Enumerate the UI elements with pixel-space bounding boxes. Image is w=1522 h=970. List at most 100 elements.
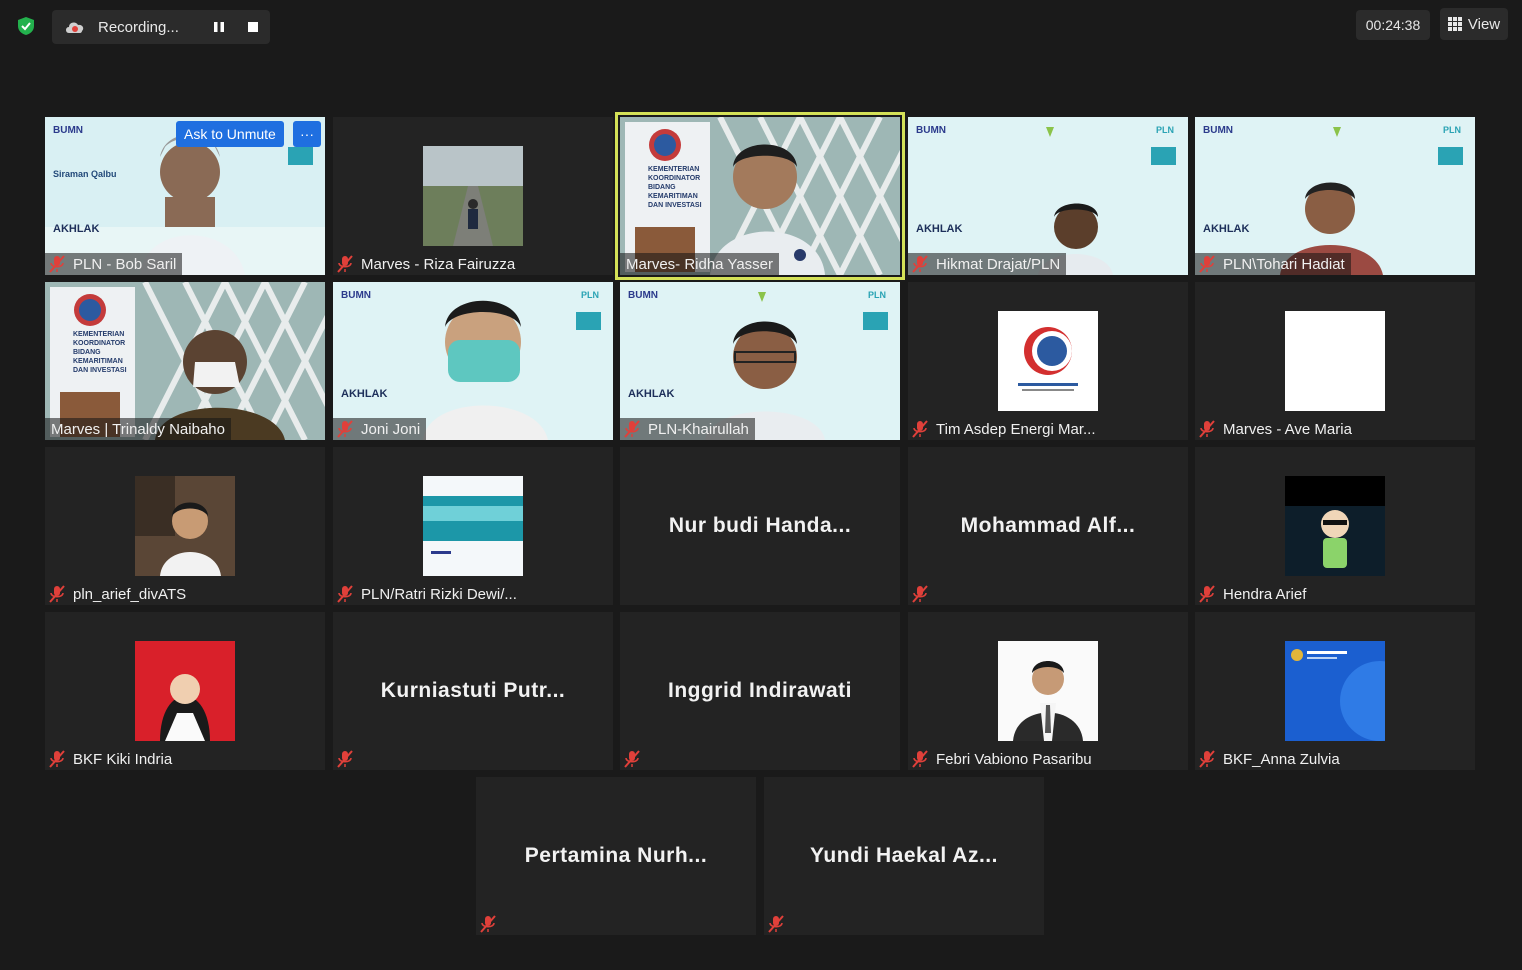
participant-name: Hikmat Drajat/PLN — [936, 255, 1061, 273]
participant-name-display: Yundi Haekal Az... — [810, 844, 998, 867]
participant-tile-anna-zulvia[interactable]: BKF_Anna Zulvia — [1195, 612, 1475, 770]
participant-tile-pertamina-nurh[interactable]: Pertamina Nurh... — [476, 777, 756, 935]
akhlak-logo-text: AKHLAK — [341, 388, 388, 400]
bumn-logo-text: BUMN — [53, 125, 83, 136]
view-button[interactable]: View — [1440, 8, 1508, 40]
muted-mic-icon — [1199, 255, 1215, 273]
participant-tile-khairullah[interactable]: BUMN PLN AKHLAK PLN-Khairullah — [620, 282, 900, 440]
participant-name: Hendra Arief — [1223, 585, 1307, 603]
participant-name-bar — [476, 913, 510, 935]
muted-mic-icon — [912, 750, 928, 768]
participant-tile-kiki-indria[interactable]: BKF Kiki Indria — [45, 612, 325, 770]
participant-tile-inggrid-indirawati[interactable]: Inggrid Indirawati — [620, 612, 900, 770]
participant-name-bar: Hikmat Drajat/PLN — [908, 253, 1067, 275]
participant-name-bar: PLN - Bob Saril — [45, 253, 183, 275]
pause-recording-button[interactable] — [202, 10, 236, 44]
participant-tile-ridha-yasser[interactable]: KEMENTERIAN KOORDINATOR BIDANG KEMARITIM… — [615, 112, 905, 280]
participant-tile-nur-budi[interactable]: Nur budi Handa... — [620, 447, 900, 605]
participant-tile-tim-asdep-energi[interactable]: Tim Asdep Energi Mar... — [908, 282, 1188, 440]
participant-name-bar — [620, 748, 654, 770]
participant-name: Marves - Ave Maria — [1223, 420, 1352, 438]
participant-tile-hendra-arief[interactable]: Hendra Arief — [1195, 447, 1475, 605]
bumn-logo-text: BUMN — [628, 290, 658, 301]
participant-avatar — [998, 311, 1098, 411]
participant-avatar — [135, 476, 235, 576]
kementerian-banner-text: KEMENTERIAN KOORDINATOR BIDANG KEMARITIM… — [73, 331, 127, 374]
participant-tile-kurniastuti[interactable]: Kurniastuti Putr... — [333, 612, 613, 770]
muted-mic-icon — [49, 750, 65, 768]
participant-name-bar: Marves - Ave Maria — [1195, 418, 1358, 440]
pln-logo-text: PLN — [868, 290, 886, 300]
pln-logo-text: PLN — [581, 290, 599, 300]
participant-tile-bob-saril[interactable]: BUMN Siraman Qalbu AKHLAK Ask to Unmute … — [45, 117, 325, 275]
participant-name: pln_arief_divATS — [73, 585, 187, 603]
bumn-logo-text: BUMN — [916, 125, 946, 136]
akhlak-logo-text: AKHLAK — [1203, 223, 1250, 235]
participant-name: Tim Asdep Energi Mar... — [936, 420, 1096, 438]
participant-tile-ratri-rizki-dewi[interactable]: PLN/Ratri Rizki Dewi/... — [333, 447, 613, 605]
participant-name-display: Inggrid Indirawati — [667, 679, 852, 702]
stop-icon — [248, 22, 258, 32]
pln-logo-text: PLN — [1156, 125, 1174, 135]
participant-name-bar: BKF_Anna Zulvia — [1195, 748, 1346, 770]
participant-name: BKF Kiki Indria — [73, 750, 173, 768]
participant-tile-ave-maria[interactable]: Marves - Ave Maria — [1195, 282, 1475, 440]
akhlak-logo-text: AKHLAK — [53, 223, 100, 235]
participant-name-bar: Marves - Riza Fairuzza — [333, 253, 521, 275]
participant-name-bar: pln_arief_divATS — [45, 583, 192, 605]
participant-name-bar: Hendra Arief — [1195, 583, 1312, 605]
participant-video — [908, 117, 1188, 275]
participant-tile-febri-vabiono[interactable]: Febri Vabiono Pasaribu — [908, 612, 1188, 770]
participant-video — [620, 282, 900, 440]
more-options-button[interactable]: ··· — [293, 121, 321, 147]
participant-name-bar — [333, 748, 367, 770]
stop-recording-button[interactable] — [236, 10, 270, 44]
participant-name-display: Mohammad Alf... — [960, 514, 1136, 537]
participant-name: Marves- Ridha Yasser — [626, 255, 773, 273]
participant-avatar — [1285, 476, 1385, 576]
participant-tile-mohammad-alf[interactable]: Mohammad Alf... — [908, 447, 1188, 605]
participant-name-display: Kurniastuti Putr... — [380, 679, 566, 702]
view-label: View — [1467, 15, 1501, 33]
participant-name-bar: BKF Kiki Indria — [45, 748, 178, 770]
muted-mic-icon — [912, 255, 928, 273]
ask-to-unmute-button[interactable]: Ask to Unmute — [176, 121, 284, 147]
participant-name-bar: Tim Asdep Energi Mar... — [908, 418, 1102, 440]
participant-name-bar — [764, 913, 798, 935]
participant-name: PLN\Tohari Hadiat — [1223, 255, 1345, 273]
muted-mic-icon — [49, 585, 65, 603]
participant-name: Febri Vabiono Pasaribu — [936, 750, 1092, 768]
participant-avatar — [423, 146, 523, 246]
participant-tile-riza-fairuzza[interactable]: Marves - Riza Fairuzza — [333, 117, 613, 275]
participant-tile-tohari-hadiat[interactable]: BUMN PLN AKHLAK PLN\Tohari Hadiat — [1195, 117, 1475, 275]
muted-mic-icon — [1199, 750, 1215, 768]
akhlak-logo-text: AKHLAK — [628, 388, 675, 400]
participant-name: Marves - Riza Fairuzza — [361, 255, 516, 273]
participant-tile-yundi-haekal[interactable]: Yundi Haekal Az... — [764, 777, 1044, 935]
participant-tile-trinaldy-naibaho[interactable]: KEMENTERIAN KOORDINATOR BIDANG KEMARITIM… — [45, 282, 325, 440]
participant-avatar — [135, 641, 235, 741]
muted-mic-icon — [1199, 420, 1215, 438]
siraman-title: Siraman Qalbu — [53, 169, 117, 179]
pause-icon — [214, 22, 224, 32]
participant-name-display: Pertamina Nurh... — [524, 844, 708, 867]
participant-avatar — [1285, 311, 1385, 411]
participant-name-bar: Marves | Trinaldy Naibaho — [45, 418, 231, 440]
recording-bar: Recording... — [52, 10, 270, 44]
bumn-logo-text: BUMN — [1203, 125, 1233, 136]
participant-name-bar: PLN/Ratri Rizki Dewi/... — [333, 583, 523, 605]
security-shield-icon[interactable] — [16, 16, 36, 36]
participant-avatar — [423, 476, 523, 576]
muted-mic-icon — [337, 420, 353, 438]
meeting-timer: 00:24:38 — [1356, 10, 1430, 40]
participant-tile-hikmat-drajat[interactable]: BUMN PLN AKHLAK Hikmat Drajat/PLN — [908, 117, 1188, 275]
bumn-logo-text: BUMN — [341, 290, 371, 301]
participant-avatar — [1285, 641, 1385, 741]
participant-name: PLN - Bob Saril — [73, 255, 177, 273]
muted-mic-icon — [337, 750, 353, 768]
participant-name-display: Nur budi Handa... — [668, 514, 852, 537]
participant-tile-joni-joni[interactable]: BUMN PLN AKHLAK Joni Joni — [333, 282, 613, 440]
akhlak-logo-text: AKHLAK — [916, 223, 963, 235]
participant-tile-arief-divats[interactable]: pln_arief_divATS — [45, 447, 325, 605]
participant-name-bar: Marves- Ridha Yasser — [620, 253, 779, 275]
